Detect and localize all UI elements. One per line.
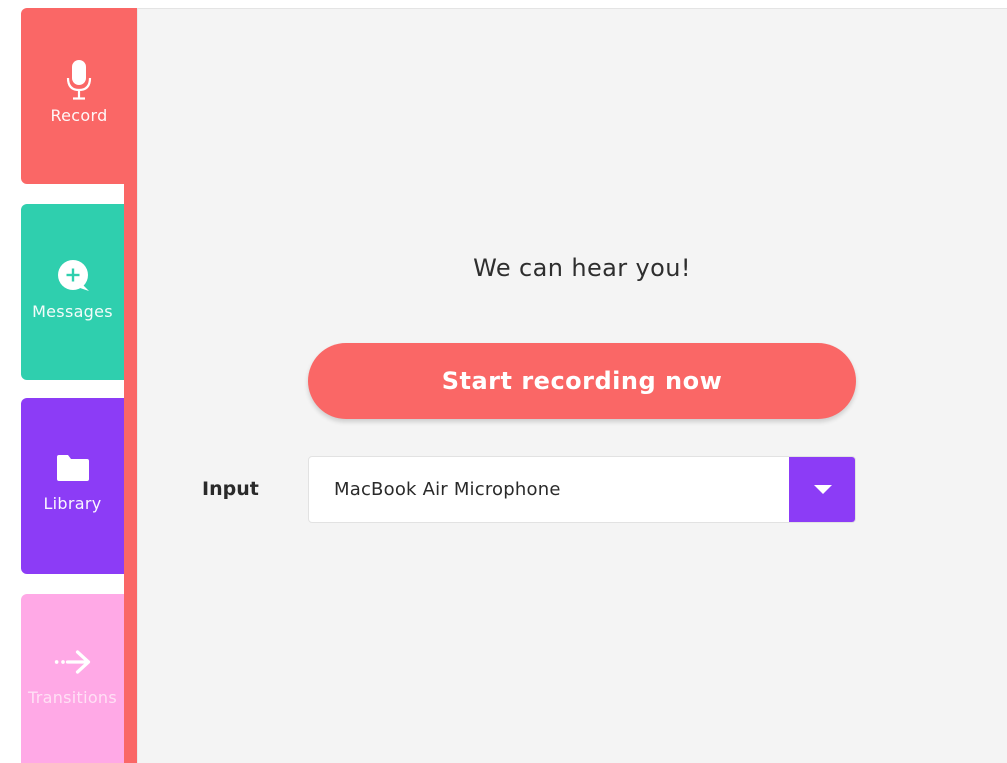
dropdown-toggle-button[interactable] bbox=[789, 457, 855, 522]
recording-status-text: We can hear you! bbox=[473, 254, 691, 282]
microphone-icon bbox=[59, 60, 99, 100]
sidebar-tab-label: Messages bbox=[32, 302, 113, 321]
sidebar-tab-label: Transitions bbox=[27, 688, 117, 707]
input-device-select[interactable]: MacBook Air Microphone bbox=[308, 456, 856, 523]
message-plus-icon bbox=[53, 256, 93, 296]
sidebar-tab-record[interactable]: Record bbox=[21, 8, 137, 184]
chevron-down-icon bbox=[813, 484, 832, 494]
sidebar-tab-label: Library bbox=[43, 494, 102, 513]
sidebar-tab-messages[interactable]: Messages bbox=[21, 204, 124, 380]
recorder-app: Record Messages Library Transitions We c… bbox=[0, 0, 1007, 763]
input-label: Input bbox=[202, 478, 259, 500]
input-device-value: MacBook Air Microphone bbox=[334, 479, 561, 500]
sidebar-tab-transitions[interactable]: Transitions bbox=[21, 594, 124, 763]
start-recording-button[interactable]: Start recording now bbox=[308, 343, 856, 419]
sidebar-tab-label: Record bbox=[50, 106, 108, 125]
sidebar-tab-library[interactable]: Library bbox=[21, 398, 124, 574]
folder-icon bbox=[53, 448, 93, 488]
arrow-right-icon bbox=[53, 642, 93, 682]
